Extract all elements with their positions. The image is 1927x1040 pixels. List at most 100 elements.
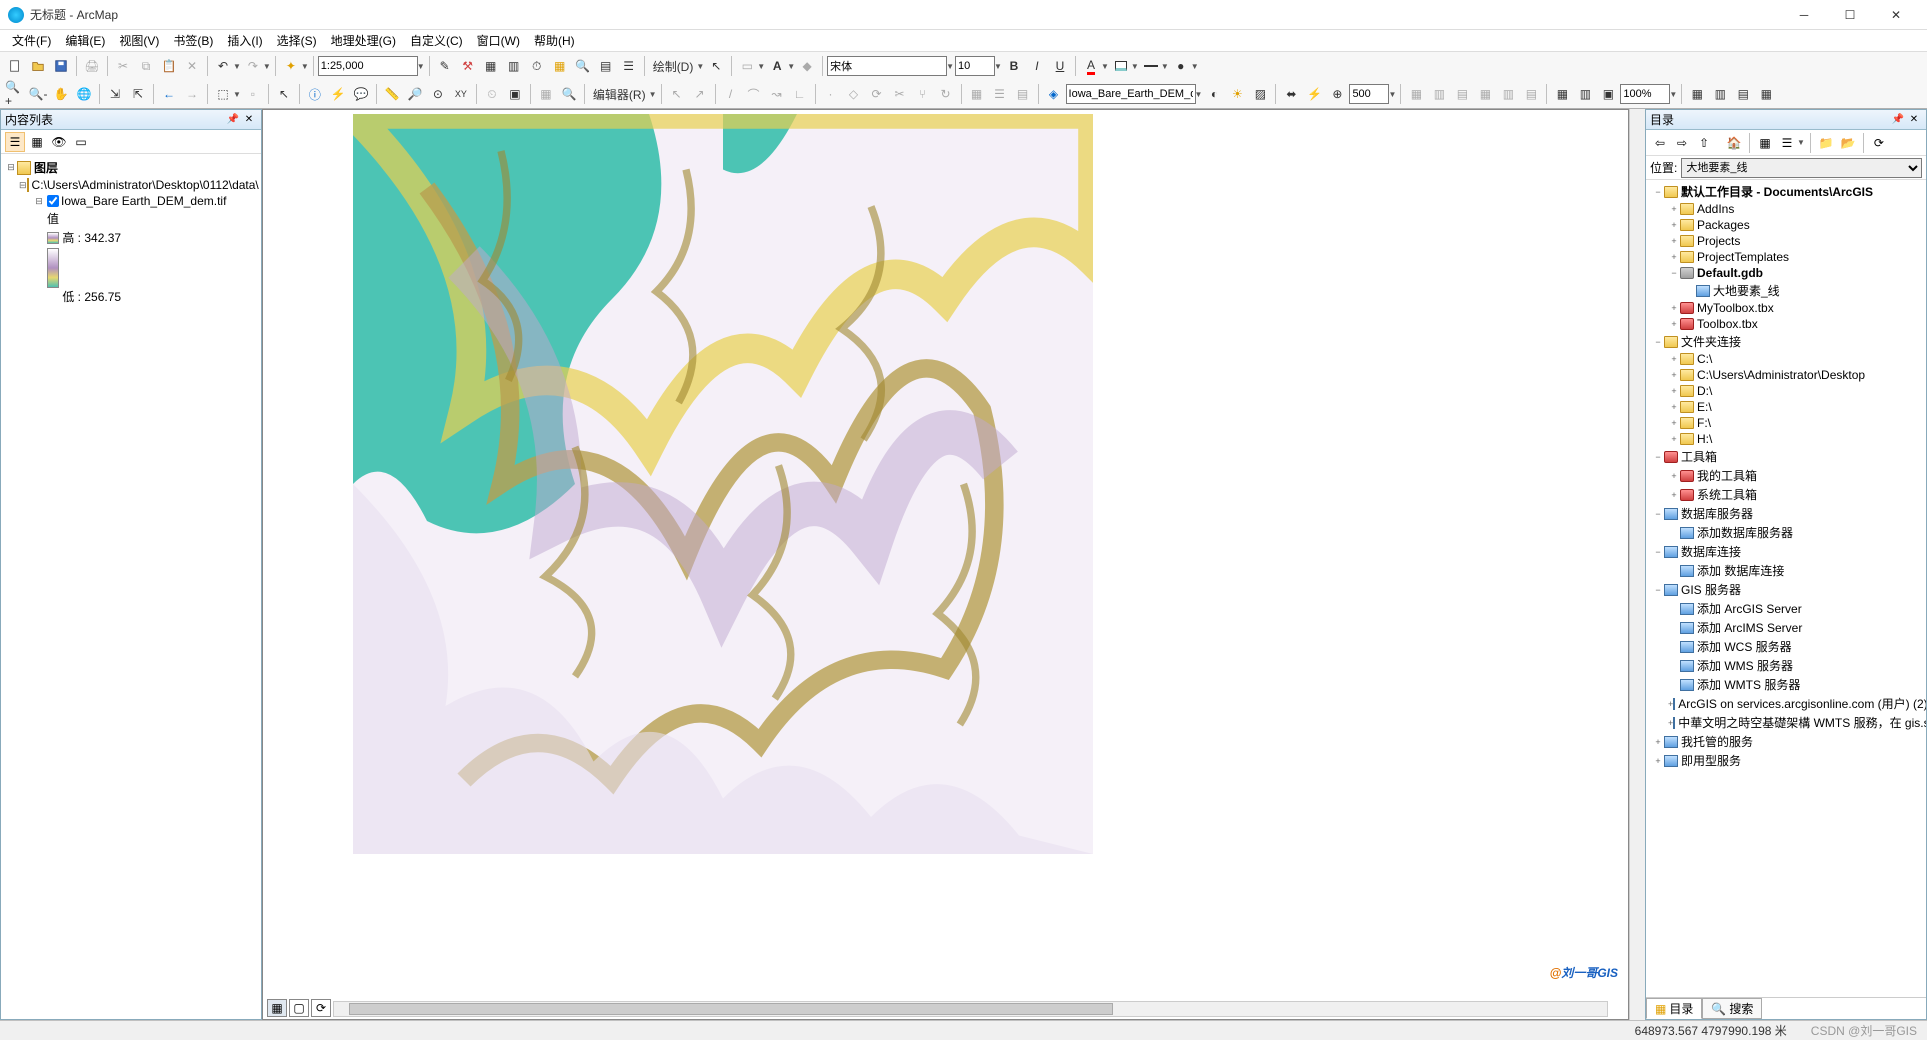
layout-zoom-in-icon[interactable]: ▦ [1551,83,1573,105]
menu-item[interactable]: 地理处理(G) [325,30,402,51]
save-button[interactable] [50,55,72,77]
split-tool-icon[interactable]: ⑂ [912,83,934,105]
menu-item[interactable]: 文件(F) [6,30,57,51]
georef-icon[interactable]: ⊕ [1326,83,1348,105]
geo1-icon[interactable]: ▦ [1405,83,1427,105]
magnifier-icon[interactable]: 🔍 [558,83,580,105]
cut-polygon-icon[interactable]: ✂ [889,83,911,105]
layer-checkbox[interactable] [47,195,59,207]
catalog-item[interactable]: +MyToolbox.tbx [1648,300,1924,316]
menu-item[interactable]: 帮助(H) [528,30,581,51]
catalog-item[interactable]: 大地要素_线 [1648,281,1924,300]
reviewer4-icon[interactable]: ▦ [1755,83,1777,105]
layout-pan-icon[interactable]: ▣ [1597,83,1619,105]
geo4-icon[interactable]: ▦ [1474,83,1496,105]
menu-item[interactable]: 书签(B) [167,30,219,51]
list-by-selection[interactable]: ▭ [71,132,91,152]
catalog-tree[interactable]: −默认工作目录 - Documents\ArcGIS+AddIns+Packag… [1646,180,1926,997]
catalog-item[interactable]: +H:\ [1648,431,1924,447]
catalog-item[interactable]: +C:\Users\Administrator\Desktop [1648,367,1924,383]
catalog-pin-icon[interactable]: 📌 [1890,112,1906,128]
geo5-icon[interactable]: ▥ [1497,83,1519,105]
catalog-item[interactable]: +C:\ [1648,351,1924,367]
point-icon[interactable]: · [820,83,842,105]
effect-layer-combo[interactable] [1066,84,1196,104]
flicker-rate-input[interactable] [1349,84,1389,104]
cut-button[interactable]: ✂ [112,55,134,77]
toc-tree[interactable]: ⊟图层 ⊟C:\Users\Administrator\Desktop\0112… [1,154,261,1019]
catalog-item[interactable]: 添加 ArcIMS Server [1648,618,1924,637]
undo-button[interactable]: ↶ [212,55,234,77]
open-button[interactable] [27,55,49,77]
cat-disconnect-folder-icon[interactable]: 📂 [1838,133,1858,153]
delete-button[interactable]: ✕ [181,55,203,77]
time-slider-icon[interactable]: ⏱ [526,55,548,77]
cat-connect-folder-icon[interactable]: 📁 [1816,133,1836,153]
search-window-icon[interactable]: 🔍 [572,55,594,77]
toolbox-icon[interactable]: ⚒ [457,55,479,77]
sketch-props-icon[interactable]: ☰ [989,83,1011,105]
edit-vertices2-icon[interactable]: ◇ [843,83,865,105]
catalog-item[interactable]: 添加 ArcGIS Server [1648,599,1924,618]
catalog-item[interactable]: 添加 WCS 服务器 [1648,637,1924,656]
edit-tool-icon[interactable]: ↖ [666,83,688,105]
font-combo[interactable] [827,56,947,76]
menu-item[interactable]: 自定义(C) [404,30,469,51]
catalog-item[interactable]: 添加 WMS 服务器 [1648,656,1924,675]
geo2-icon[interactable]: ▥ [1428,83,1450,105]
edit-annotation-icon[interactable]: ↗ [689,83,711,105]
attributes-icon[interactable]: ▦ [966,83,988,105]
cat-up-icon[interactable]: ⇧ [1694,133,1714,153]
copy-button[interactable]: ⧉ [135,55,157,77]
arc-toolbox-icon[interactable]: ▤ [595,55,617,77]
cat-back-icon[interactable]: ⇦ [1650,133,1670,153]
redo-button[interactable]: ↷ [242,55,264,77]
catalog-item[interactable]: +F:\ [1648,415,1924,431]
rotate-icon[interactable]: ↻ [935,83,957,105]
line-color-button[interactable] [1140,55,1162,77]
layout-view-tab[interactable]: ▢ [289,999,309,1017]
hyperlink-icon[interactable]: ⚡ [327,83,349,105]
print-button[interactable]: 🖨 [81,55,103,77]
add-data-button[interactable]: ✦ [280,55,302,77]
reviewer2-icon[interactable]: ▥ [1709,83,1731,105]
cat-home-icon[interactable]: 🏠 [1724,133,1744,153]
select-element-button[interactable]: ↖ [705,55,727,77]
catalog-item[interactable]: −文件夹连接 [1648,332,1924,351]
italic-button[interactable]: I [1026,55,1048,77]
minimize-button[interactable]: ─ [1781,0,1827,30]
map-vscroll[interactable] [1629,109,1645,1020]
measure-button[interactable]: 📏 [381,83,403,105]
menu-item[interactable]: 视图(V) [113,30,165,51]
text-tool[interactable]: A [766,55,788,77]
toc-icon[interactable]: ☰ [618,55,640,77]
goto-xy-button[interactable]: XY [450,83,472,105]
create-viewer-icon[interactable]: ▣ [504,83,526,105]
edit-vertices-icon[interactable]: ◆ [796,55,818,77]
swipe-button[interactable]: ⬌ [1280,83,1302,105]
toc-layer[interactable]: Iowa_Bare Earth_DEM_dem.tif [61,194,226,208]
underline-button[interactable]: U [1049,55,1071,77]
scale-combo[interactable] [318,56,418,76]
toc-path[interactable]: C:\Users\Administrator\Desktop\0112\data… [32,178,259,192]
select-features-button[interactable]: ⬚ [212,83,234,105]
catalog-item[interactable]: +ArcGIS on services.arcgisonline.com (用户… [1648,694,1924,713]
right-angle-icon[interactable]: ∟ [789,83,811,105]
fixed-zoom-in-icon[interactable]: ⇲ [104,83,126,105]
list-by-visibility[interactable]: 👁 [49,132,69,152]
catalog-item[interactable]: +我托管的服务 [1648,732,1924,751]
transparency-button[interactable]: ▨ [1249,83,1271,105]
marker-color-button[interactable]: ● [1170,55,1192,77]
time-button[interactable]: ⏲ [481,83,503,105]
map-hscroll[interactable] [333,1001,1608,1017]
search-tab[interactable]: 🔍搜索 [1702,998,1762,1019]
font-color-button[interactable]: A [1080,55,1102,77]
menu-item[interactable]: 编辑(E) [59,30,111,51]
list-by-drawing-order[interactable]: ☰ [5,132,25,152]
catalog-item[interactable]: −数据库服务器 [1648,504,1924,523]
editor-label[interactable]: 编辑器(R) [589,86,650,103]
zoom-out-button[interactable]: 🔍- [27,83,49,105]
catalog-item[interactable]: +Packages [1648,217,1924,233]
reviewer1-icon[interactable]: ▦ [1686,83,1708,105]
geo6-icon[interactable]: ▤ [1520,83,1542,105]
